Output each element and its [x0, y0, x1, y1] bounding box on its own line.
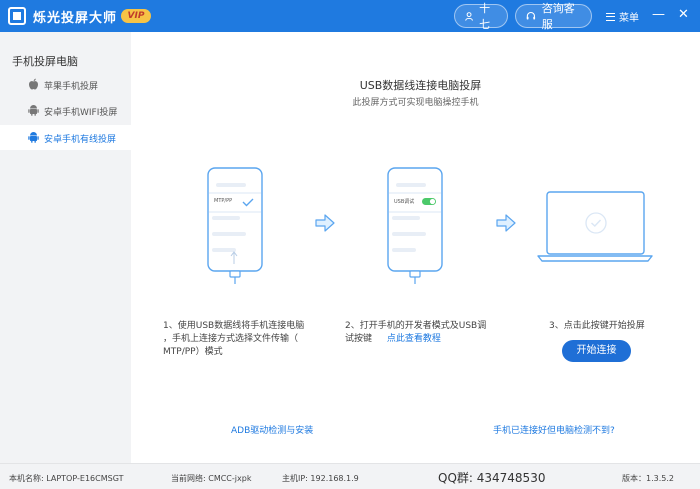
- step-1-line: ，手机上连接方式选择文件传输（: [163, 334, 299, 344]
- connection-illustration: [207, 167, 653, 284]
- step-1-line: 1、使用USB数据线将手机连接电脑: [163, 321, 305, 331]
- status-bar: 本机名称: LAPTOP-E16CMSGT 当前网络: CMCC-jxpk 主机…: [0, 463, 700, 489]
- host-ip: 主机IP: 192.168.1.9: [282, 474, 359, 483]
- start-connect-button[interactable]: 开始连接: [562, 340, 631, 362]
- connection-help-link[interactable]: 手机已连接好但电脑检测不到?: [493, 423, 615, 436]
- phone-mtp-label: MTP/PP: [214, 198, 233, 204]
- phone-mtp-illustration: [207, 167, 263, 284]
- adb-driver-link[interactable]: ADB驱动检测与安装: [231, 423, 313, 436]
- phone-usb-debug-illustration: [387, 167, 443, 284]
- laptop-illustration: [537, 191, 653, 262]
- step-1-line: MTP/PP）模式: [163, 347, 223, 357]
- arrow-icon: [496, 214, 516, 232]
- network-name: 当前网络: CMCC-jxpk: [171, 474, 252, 483]
- version: 版本：1.3.5.2: [622, 474, 674, 483]
- phone-usb-debug-label: USB调试: [394, 199, 415, 205]
- step-1-text: 1、使用USB数据线将手机连接电脑 ，手机上连接方式选择文件传输（ MTP/PP…: [163, 320, 343, 359]
- app-window: 烁光投屏大师 VIP 十七 咨询客服 菜单 — ✕ 手机投屏电脑 苹果手机投屏 …: [0, 0, 700, 489]
- step-2-text: 2、打开手机的开发者模式及USB调 试按键 点此查看教程: [345, 320, 520, 346]
- arrow-icon: [315, 214, 335, 232]
- step-3-text: 3、点击此按键开始投屏: [549, 321, 645, 331]
- qq-group: QQ群: 434748530: [438, 471, 546, 485]
- tutorial-link[interactable]: 点此查看教程: [387, 334, 441, 344]
- step-2-line-2: 试按键: [345, 334, 373, 344]
- step-2-line: 试按键 点此查看教程: [345, 333, 520, 346]
- host-name: 本机名称: LAPTOP-E16CMSGT: [9, 474, 124, 483]
- step-2-line: 2、打开手机的开发者模式及USB调: [345, 321, 487, 331]
